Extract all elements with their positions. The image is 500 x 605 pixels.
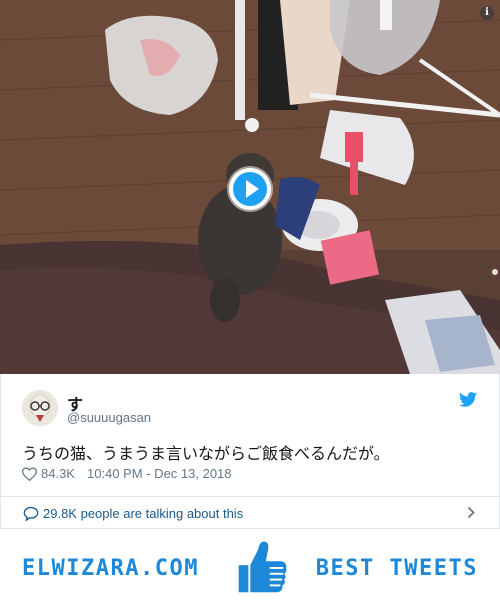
user-handle[interactable]: @suuuugasan: [67, 410, 151, 425]
like-count[interactable]: 84.3K: [41, 466, 75, 481]
talking-count[interactable]: 29.8K people are talking about this: [43, 506, 243, 521]
avatar[interactable]: [22, 390, 58, 426]
thumbs-up-icon: [238, 541, 287, 593]
chevron-right-icon: [467, 506, 475, 519]
play-button[interactable]: [229, 168, 271, 210]
tweet-card: す @suuuugasan うちの猫、うまうま言いながらご飯食べるんだが。 84…: [0, 374, 500, 498]
video-thumbnail[interactable]: i: [0, 0, 500, 374]
info-icon[interactable]: i: [480, 6, 494, 20]
heart-icon[interactable]: [22, 466, 37, 481]
conversation-link[interactable]: 29.8K people are talking about this: [0, 497, 500, 529]
tweet-text: うちの猫、うまうま言いながらご飯食べるんだが。: [22, 444, 390, 463]
twitter-bird-icon[interactable]: [459, 392, 477, 407]
watermark-banner: ELWIZARA.COM BEST TWEETS: [0, 534, 500, 605]
best-tweets-label: BEST TWEETS: [315, 556, 478, 581]
tweet-meta: 84.3K 10:40 PM - Dec 13, 2018: [22, 466, 232, 481]
play-icon: [246, 180, 259, 198]
comment-bubble-icon: [23, 506, 39, 521]
site-brand[interactable]: ELWIZARA.COM: [22, 556, 199, 581]
timestamp[interactable]: 10:40 PM - Dec 13, 2018: [87, 466, 232, 481]
